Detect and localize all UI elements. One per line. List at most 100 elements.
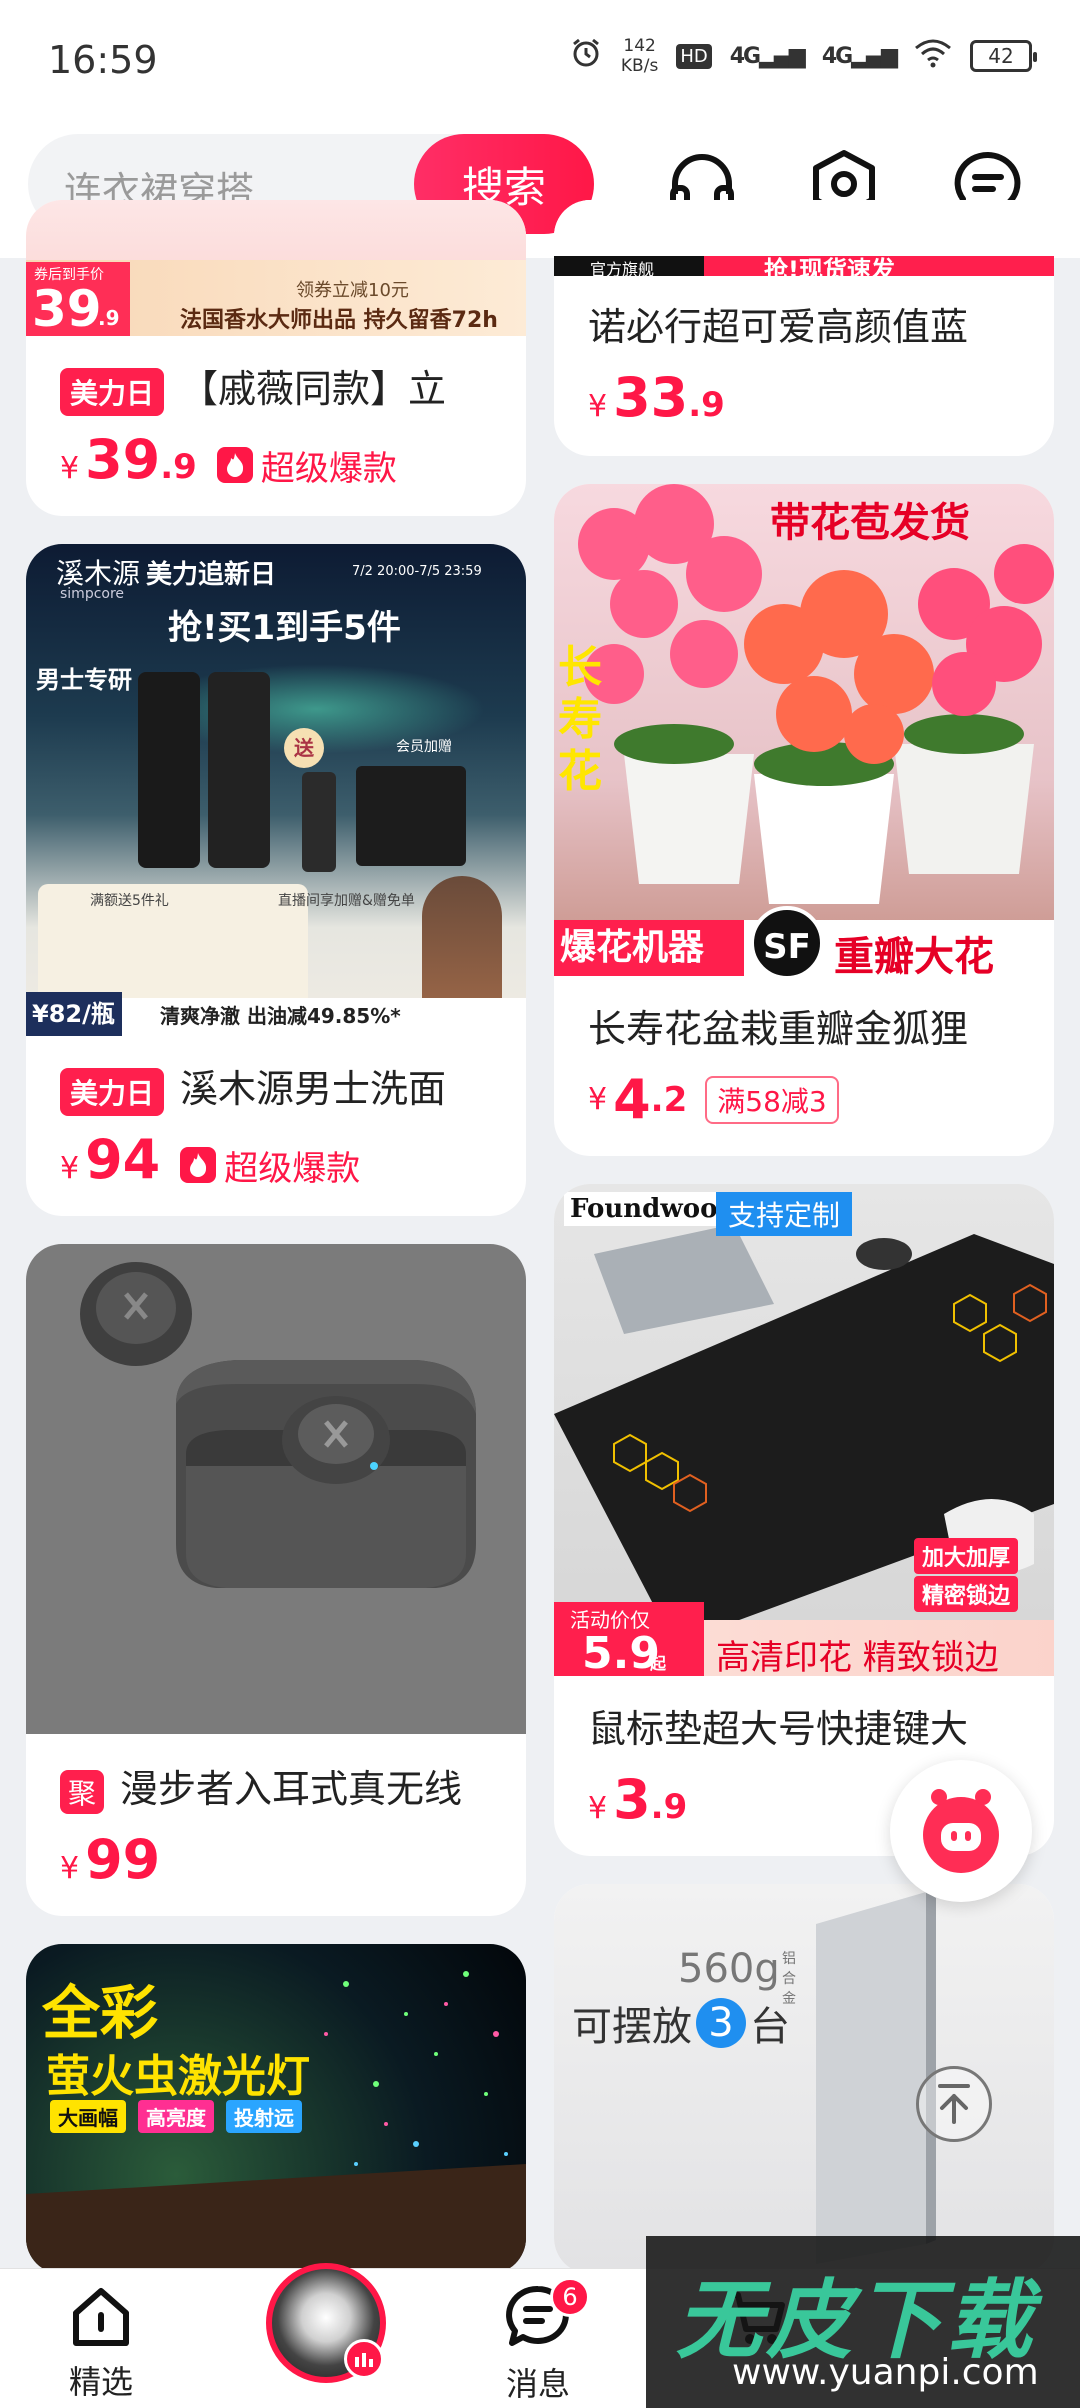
product-price: ¥ 33 .9 [588,366,725,429]
hd-badge: HD [676,43,712,69]
mousepad-act-unit: 起 [650,1654,667,1673]
status-bar: 16:59 142 KB/s HD 4G▂▄▆ 4G▂▄▆ 42 [0,0,1080,120]
currency-symbol: ¥ [60,451,80,486]
nuobixing-strip-left: 官方旗舰 [590,260,655,276]
product-price: ¥ 99 [60,1828,160,1891]
product-image-laser-light: 全彩 萤火虫激光灯 大画幅 高亮度 投射远 [26,1944,526,2274]
battery-level: 42 [988,44,1014,68]
flowers-img-bottom-right: 重瓣大花 [834,934,994,976]
flowers-img-side: 长寿花 [558,642,602,797]
laser-chips: 大画幅 高亮度 投射远 [50,2100,302,2133]
laser-chip-3: 投射远 [226,2100,302,2133]
facewash-member: 会员加赠 [396,739,452,755]
product-card-flowers[interactable]: 带花苞发货 长寿花 爆花机器 SF 重瓣大花 长寿花盆栽重瓣金狐狸 ¥ 4 .2… [554,484,1054,1156]
product-image-nuobixing: 官方旗舰 抢!现货速发 [554,200,1054,276]
facewash-brand-sub: simpcore [60,586,125,602]
status-time: 16:59 [48,38,158,82]
nuobixing-strip-right: 抢!现货速发 [764,256,895,276]
beauty-day-tag: 美力日 [60,1067,165,1116]
status-icons: 142 KB/s HD 4G▂▄▆ 4G▂▄▆ 42 [569,36,1037,76]
live-indicator-icon [344,2339,384,2379]
product-title: 美力日 【戚薇同款】立 [60,358,446,416]
product-card-earbuds[interactable]: 聚漫步者入耳式真无线 ¥ 99 [26,1244,526,1916]
product-price: ¥ 94 超级爆款 [60,1128,360,1191]
watermark-url: www.yuanpi.com [732,2352,1039,2393]
earbuds-illustration [80,1262,476,1588]
facewash-gift: 送 [284,728,324,768]
perfume-img-line2: 法国香水大师出品 持久留香72h [180,308,498,333]
fire-icon [180,1147,217,1183]
flowers-img-bottom-left: 爆花机器 [554,920,744,976]
nav-item-live[interactable] [266,2263,386,2383]
wifi-icon [914,38,952,74]
mousepad-act-price: 5.9 [582,1628,660,1676]
arrow-up-icon [938,2084,970,2124]
laptop-stand-weight: 560g [678,1946,780,1992]
price-integer: 94 [85,1128,161,1191]
facewash-time: 7/2 20:00-7/5 23:59 [352,564,482,579]
nav-item-messages[interactable]: 6 消息 [506,2277,590,2405]
product-title: 诺必行超可爱高颜值蓝 [588,296,968,351]
price-integer: 39 [85,428,161,491]
price-integer: 4 [613,1068,651,1131]
bottle-2 [208,672,270,868]
nav-label-home: 精选 [68,2363,133,2401]
battery-icon: 42 [970,40,1037,72]
price-decimal: .9 [650,1787,688,1827]
coupon-badge: 满58减3 [705,1075,839,1124]
signal-icon-1: 4G▂▄▆ [729,43,806,69]
product-price: ¥ 3 .9 [588,1768,687,1831]
beauty-day-tag: 美力日 [60,367,165,416]
perfume-img-line1: 领券立减10元 [296,280,409,301]
mousepad-act-text: 高清印花 精致锁边 [716,1638,999,1676]
product-title-text: 溪木源男士洗面 [180,1067,447,1111]
perfume-img-price-dec: .9 [98,306,120,330]
alarm-icon [569,36,603,76]
laser-headline2: 萤火虫激光灯 [46,2051,310,2102]
laser-chip-1: 大画幅 [50,2100,126,2133]
live-avatar-icon [266,2263,386,2383]
watermark: 无皮下载 www.yuanpi.com [646,2236,1080,2408]
price-integer: 3 [613,1768,651,1831]
currency-symbol: ¥ [588,1082,608,1117]
product-price: ¥ 4 .2 满58减3 [588,1068,839,1131]
hot-label: 超级爆款 [260,448,397,489]
laptop-stand-text-b: 台 [750,2004,790,2050]
mousepad-badge1: 加大加厚 [914,1538,1019,1574]
net-speed-value: 142 [623,36,656,56]
product-title: 美力日 溪木源男士洗面 [60,1058,446,1116]
laptop-stand-text-a: 可摆放 [572,2004,692,2050]
currency-symbol: ¥ [60,1151,80,1186]
product-card-perfume[interactable]: 券后到手价 39 .9 领券立减10元 法国香水大师出品 持久留香72h 美力日… [26,200,526,516]
laptop-stand-capacity: 可摆放 3 台 [572,1994,790,2052]
product-card-mousepad[interactable]: Foundwood 支持定制 加大加厚 精密锁边 活动价仅 5.9 起 高清印花… [554,1184,1054,1856]
facewash-headline: 抢!买1到手5件 [168,608,401,648]
sf-express-logo: SF [750,906,824,976]
price-decimal: .9 [688,385,725,425]
product-image-earbuds [26,1244,526,1734]
product-title: 长寿花盆栽重瓣金狐狸 [588,998,968,1053]
currency-symbol: ¥ [588,389,608,424]
nav-item-home[interactable]: 精选 [68,2285,134,2403]
net-speed-unit: KB/s [620,56,659,76]
sachets [356,766,466,866]
signal-icon-2: 4G▂▄▆ [821,43,898,69]
product-title-text: 【戚薇同款】立 [180,367,447,411]
product-card-laser-light[interactable]: 全彩 萤火虫激光灯 大画幅 高亮度 投射远 [26,1944,526,2274]
flowers-img-top: 带花苞发货 [770,500,970,546]
assistant-mascot-button[interactable] [890,1760,1032,1902]
price-decimal: .9 [160,447,197,487]
flowers-illustration [578,484,1054,904]
product-price: ¥ 39 .9 超级爆款 [60,428,397,491]
hot-badge: 超级爆款 [180,1141,360,1190]
product-title-text: 长寿花盆栽重瓣金狐狸 [588,1007,969,1051]
laptop-stand-num: 3 [696,1998,746,2048]
back-to-top-button[interactable] [916,2066,992,2142]
facewash-slogan: 清爽净澈 出油减49.85%* [160,1004,401,1028]
product-card-nuobixing[interactable]: 官方旗舰 抢!现货速发 诺必行超可爱高颜值蓝 ¥ 33 .9 [554,200,1054,456]
nav-label-messages: 消息 [506,2365,571,2403]
price-decimal: .2 [650,1079,688,1120]
unread-badge: 6 [550,2277,590,2317]
product-card-facewash[interactable]: 溪木源 simpcore 美力追新日 7/2 20:00-7/5 23:59 抢… [26,544,526,1216]
tube [302,772,336,872]
